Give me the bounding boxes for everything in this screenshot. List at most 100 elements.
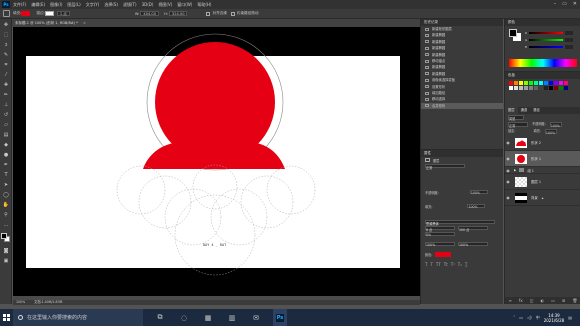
mask-icon[interactable]: ◫	[530, 298, 534, 303]
visibility-icon[interactable]: ◉	[505, 195, 511, 200]
marquee-tool-icon[interactable]: ⬚	[2, 31, 10, 39]
layer-shape-1[interactable]: ◉ 形状 1	[505, 151, 580, 167]
stamp-tool-icon[interactable]: ⊥	[2, 101, 10, 109]
layer-kind-filter[interactable]: 类型	[508, 115, 524, 121]
path-select-tool-icon[interactable]: ➤	[2, 181, 10, 189]
shape-tool-icon[interactable]: ◯	[2, 191, 10, 199]
photoshop-taskbar-icon[interactable]: Ps	[273, 309, 287, 326]
crop-tool-icon[interactable]: ⌗	[2, 61, 10, 69]
align-edges-option[interactable]: 对齐边缘	[206, 11, 227, 16]
quick-mask-icon[interactable]: ◙	[2, 247, 10, 255]
menu-edit[interactable]: 编辑(E)	[31, 2, 45, 8]
color-swatch[interactable]	[509, 81, 513, 85]
start-button[interactable]	[0, 309, 13, 326]
stroke-option[interactable]: 描边: 1 点	[36, 11, 70, 16]
menu-3d[interactable]: 3D(D)	[142, 2, 154, 7]
b-bar[interactable]	[529, 46, 563, 48]
menu-type[interactable]: 文字(Y)	[86, 2, 100, 8]
adjustment-icon[interactable]: ◐	[541, 298, 545, 303]
color-swatch[interactable]	[519, 81, 523, 85]
blur-tool-icon[interactable]: ◆	[2, 141, 10, 149]
close-icon[interactable]: ✕	[573, 1, 577, 7]
visibility-icon[interactable]: ◉	[505, 168, 511, 173]
color-swatch[interactable]	[554, 81, 558, 85]
layer-blend-select[interactable]: 正常	[508, 122, 528, 128]
red-slider[interactable]: R	[525, 31, 575, 35]
new-group-icon[interactable]: ▭	[551, 298, 555, 303]
color-swatch[interactable]	[564, 81, 568, 85]
minimize-icon[interactable]: –	[554, 1, 557, 7]
properties-tab[interactable]: 属性	[421, 150, 503, 157]
g-value[interactable]	[565, 38, 573, 42]
move-tool-icon[interactable]: ✥	[2, 21, 10, 29]
color-swatch[interactable]	[514, 81, 518, 85]
canvas-text[interactable]: DAY 4 _ RAT	[203, 243, 226, 247]
volume-icon[interactable]: ◁)	[527, 315, 532, 320]
eraser-tool-icon[interactable]: ▱	[2, 121, 10, 129]
width-field[interactable]: 404.00	[140, 11, 159, 16]
stroke-swatch[interactable]	[44, 11, 54, 16]
clock[interactable]: 14:39 2021/6/28	[544, 313, 565, 323]
dodge-tool-icon[interactable]: ●	[2, 151, 10, 159]
swatch-grid[interactable]	[509, 81, 568, 90]
quick-select-tool-icon[interactable]: ✎	[2, 51, 10, 59]
color-swatch[interactable]	[564, 86, 568, 90]
r-value[interactable]	[565, 31, 573, 35]
menu-view[interactable]: 视图(V)	[158, 2, 172, 8]
color-swatch[interactable]	[539, 81, 543, 85]
color-swatch[interactable]	[539, 86, 543, 90]
pen-tool-icon[interactable]: ✒	[2, 161, 10, 169]
history-brush-icon[interactable]: ↺	[2, 111, 10, 119]
color-swatch[interactable]	[559, 86, 563, 90]
notifications-icon[interactable]: ▤	[568, 315, 572, 320]
screen-mode-icon[interactable]: ▣	[2, 257, 10, 265]
fill-field[interactable]: 100%	[467, 203, 486, 209]
healing-tool-icon[interactable]: ✚	[2, 81, 10, 89]
tab-layers[interactable]: 图层	[505, 107, 518, 114]
color-swatch[interactable]	[544, 86, 548, 90]
fill-option[interactable]: 填充:	[13, 11, 32, 16]
layer-fill-field[interactable]: 100%	[544, 129, 557, 135]
task-view-icon[interactable]: ⧉	[153, 309, 167, 326]
menu-filter[interactable]: 滤镜(T)	[123, 2, 137, 8]
menu-layer[interactable]: 图层(L)	[67, 2, 80, 8]
layer-group-1[interactable]: ◉ ▶ 组 1	[505, 167, 580, 174]
menu-select[interactable]: 选择(S)	[104, 2, 118, 8]
color-swatch[interactable]	[524, 86, 528, 90]
color-swatches[interactable]	[1, 233, 11, 243]
tracking-field[interactable]: 0%	[425, 231, 455, 237]
superscript-icon[interactable]: T¹	[451, 262, 455, 267]
constrain-option[interactable]: 约束路径拖动	[230, 11, 258, 16]
bold-icon[interactable]: T	[425, 262, 427, 267]
chevron-up-icon[interactable]: ˄	[513, 315, 515, 320]
menu-image[interactable]: 图像(I)	[50, 2, 62, 8]
blue-slider[interactable]: B	[525, 45, 575, 49]
horizontal-scale-field[interactable]: 100%	[458, 241, 488, 247]
allcaps-icon[interactable]: TT	[436, 262, 441, 267]
chevron-right-icon[interactable]: ▶	[514, 168, 516, 172]
document-tab[interactable]: 未标题-1 @ 100% (形状 1, RGB/8#) * ×	[12, 19, 420, 27]
history-item[interactable]: 合并形状	[421, 102, 503, 110]
color-foreground[interactable]	[509, 29, 517, 37]
taskbar-search[interactable]: 在这里输入你要搜索的内容	[13, 309, 143, 326]
menu-file[interactable]: 文件(F)	[13, 2, 26, 8]
close-doc-icon[interactable]: ×	[83, 21, 86, 25]
input-language[interactable]: 中	[536, 315, 540, 321]
color-swatch[interactable]	[529, 86, 533, 90]
stroke-size-field[interactable]: 1 点	[56, 11, 70, 16]
layer-background[interactable]: ◉ 背景 🔒︎	[505, 190, 580, 206]
constrain-checkbox[interactable]	[230, 11, 235, 16]
color-swatch[interactable]	[534, 81, 538, 85]
brush-tool-icon[interactable]: ✏	[2, 91, 10, 99]
green-slider[interactable]: G	[525, 38, 575, 42]
color-swatch[interactable]	[559, 81, 563, 85]
maximize-icon[interactable]: ▭	[562, 1, 567, 7]
font-size-field[interactable]: 6 点	[425, 225, 455, 232]
color-swatch[interactable]	[544, 81, 548, 85]
underline-icon[interactable]: T̲	[465, 262, 467, 267]
delete-layer-icon[interactable]: 🗑︎	[572, 298, 577, 303]
layer-image-1[interactable]: ◉ 图层 1	[505, 174, 580, 190]
zoom-level[interactable]: 100%	[16, 300, 25, 304]
gradient-tool-icon[interactable]: ▤	[2, 131, 10, 139]
canvas-area[interactable]: DAY 4 _ RAT	[13, 27, 420, 300]
